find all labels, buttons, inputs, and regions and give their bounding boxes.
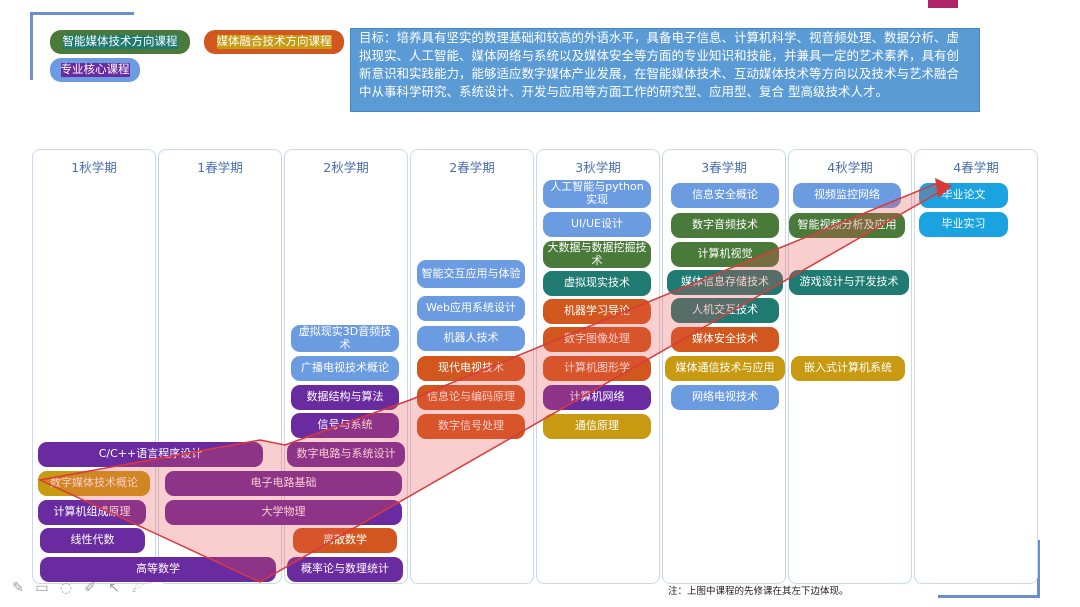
footnote: 注：上图中课程的先修课在其左下边体现。 — [668, 586, 849, 597]
circle-icon[interactable]: ◌ — [58, 580, 74, 596]
pointer-icon[interactable]: ↖ — [106, 580, 122, 596]
pen-icon[interactable]: ✎ — [10, 580, 26, 596]
highlighter-icon[interactable]: ✐ — [82, 580, 98, 596]
screen-icon[interactable]: ▭ — [34, 580, 50, 596]
progression-arrow — [37, 178, 952, 583]
laser-icon[interactable]: ☄ — [130, 580, 146, 596]
